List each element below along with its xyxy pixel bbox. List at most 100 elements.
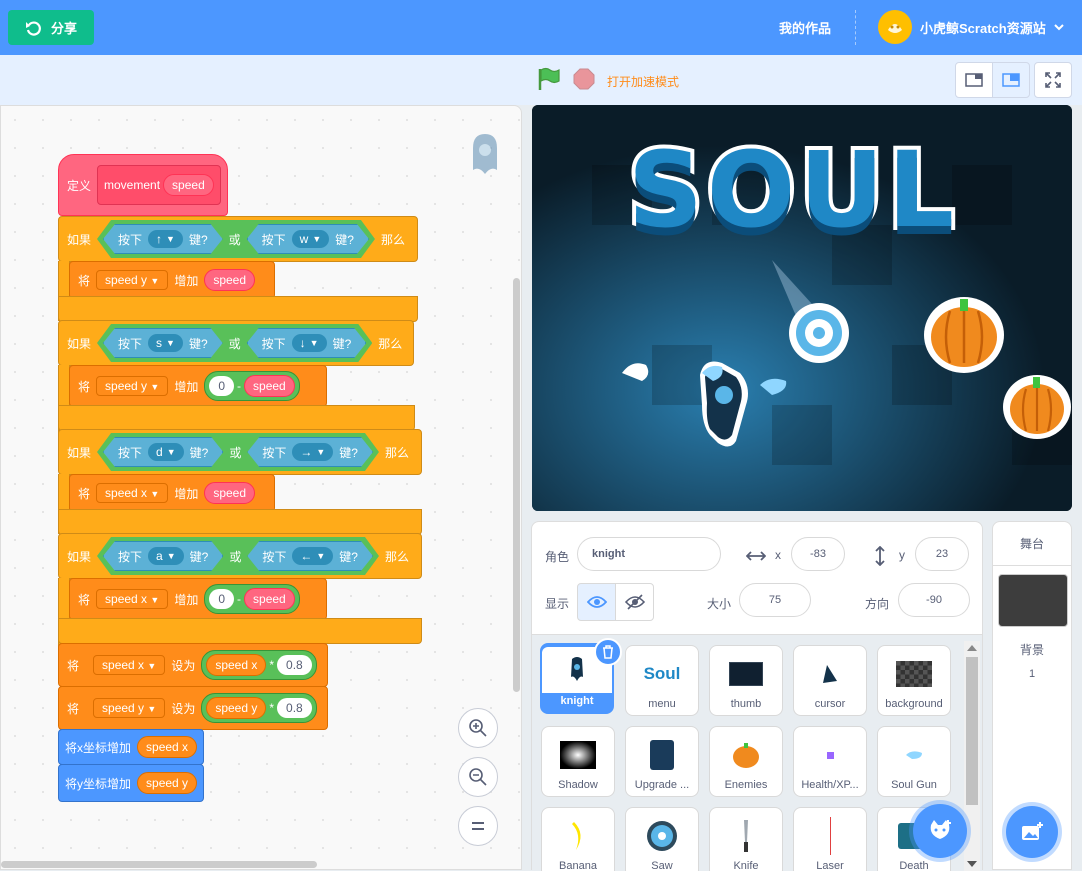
number-input[interactable]: 0.8 <box>277 698 312 718</box>
zoom-out-button[interactable] <box>458 757 498 797</box>
define-param[interactable]: speed <box>163 174 214 196</box>
speed-x-reporter[interactable]: speed x <box>206 654 267 676</box>
change-y-block[interactable]: 将y坐标增加 speed y <box>58 764 204 802</box>
sprite-tile-thumb[interactable]: thumb <box>709 645 783 716</box>
scroll-thumb[interactable] <box>966 657 978 805</box>
sprite-tile-background[interactable]: background <box>877 645 951 716</box>
stop-icon[interactable] <box>573 68 595 90</box>
number-input[interactable]: 0 <box>209 376 235 396</box>
sprite-tile-knife[interactable]: Knife <box>709 807 783 871</box>
key-dropdown[interactable]: a ▼ <box>148 547 184 565</box>
key-pressed-w[interactable]: 按下 w ▼ 键? <box>247 224 369 254</box>
add-sprite-button[interactable] <box>913 804 967 858</box>
var-dropdown[interactable]: speed y ▼ <box>96 376 169 396</box>
set-label: 将 <box>78 486 91 501</box>
number-input[interactable]: 0 <box>209 589 235 609</box>
change-speed-y-negative-block[interactable]: 将 speed y ▼ 增加 0 - speed <box>69 365 327 407</box>
change-x-block[interactable]: 将x坐标增加 speed x <box>58 729 204 765</box>
key-pressed-right[interactable]: 按下 → ▼ 键? <box>247 437 373 467</box>
backdrop-thumbnail[interactable] <box>998 574 1068 627</box>
zoom-in-button[interactable] <box>458 708 498 748</box>
speed-reporter[interactable]: speed <box>244 588 295 610</box>
vertical-scrollbar[interactable] <box>513 278 520 692</box>
var-dropdown[interactable]: speed x ▼ <box>93 655 166 675</box>
if-block-down[interactable]: 如果 按下 s ▼ 键? 或 按下 ↓ ▼ 键? 那么 <box>58 320 414 366</box>
set-speed-x-block[interactable]: 将 speed x ▼ 设为 speed x * 0.8 <box>58 643 328 687</box>
my-works-link[interactable]: 我的作品 <box>779 18 831 37</box>
sprite-tile-laser[interactable]: Laser <box>793 807 867 871</box>
hide-button[interactable] <box>615 583 654 621</box>
size-input[interactable]: 75 <box>739 583 811 617</box>
green-flag-icon[interactable] <box>536 66 562 92</box>
stage-canvas[interactable]: SOUL <box>532 105 1072 511</box>
delete-sprite-button[interactable] <box>594 638 622 666</box>
sprite-tile-shadow[interactable]: Shadow <box>541 726 615 797</box>
sprite-tile-upgrade[interactable]: Upgrade ... <box>625 726 699 797</box>
sprite-tile-enemies[interactable]: Enemies <box>709 726 783 797</box>
change-speed-y-block[interactable]: 将 speed y ▼ 增加 speed <box>69 261 275 299</box>
small-stage-button[interactable] <box>955 62 993 98</box>
subtract-operator[interactable]: 0 - speed <box>204 584 300 614</box>
user-menu[interactable]: 小虎鲸Scratch资源站 <box>878 10 1064 44</box>
or-operator[interactable]: 按下 s ▼ 键? 或 按下 ↓ ▼ 键? <box>97 324 372 362</box>
key-pressed-s[interactable]: 按下 s ▼ 键? <box>103 328 223 358</box>
large-stage-button[interactable] <box>992 62 1030 98</box>
sprite-name-input[interactable]: knight <box>577 537 721 571</box>
if-block-right[interactable]: 如果 按下 d ▼ 键? 或 按下 → ▼ 键? 那么 <box>58 429 422 475</box>
key-pressed-up[interactable]: 按下 ↑ ▼ 键? <box>103 224 223 254</box>
speed-reporter[interactable]: speed <box>204 269 256 291</box>
zoom-reset-button[interactable] <box>458 806 498 846</box>
change-speed-x-negative-block[interactable]: 将 speed x ▼ 增加 0 - speed <box>69 578 327 620</box>
or-operator[interactable]: 按下 d ▼ 键? 或 按下 → ▼ 键? <box>97 433 379 471</box>
change-speed-x-block[interactable]: 将 speed x ▼ 增加 speed <box>69 474 275 512</box>
x-input[interactable]: -83 <box>791 537 845 571</box>
var-dropdown[interactable]: speed y ▼ <box>93 698 166 718</box>
speed-reporter[interactable]: speed <box>244 375 295 397</box>
key-dropdown[interactable]: w ▼ <box>292 230 330 248</box>
direction-input[interactable]: -90 <box>898 583 970 617</box>
share-button[interactable]: 分享 <box>8 10 94 45</box>
sprite-tile-cursor[interactable]: cursor <box>793 645 867 716</box>
key-pressed-d[interactable]: 按下 d ▼ 键? <box>103 437 223 467</box>
sprite-tile-saw[interactable]: Saw <box>625 807 699 871</box>
speed-y-reporter[interactable]: speed y <box>206 697 267 719</box>
if-block-left[interactable]: 如果 按下 a ▼ 键? 或 按下 ← ▼ 键? 那么 <box>58 533 422 579</box>
if-block-up[interactable]: 如果 按下 ↑ ▼ 键? 或 按下 w ▼ 键? 那么 <box>58 216 418 262</box>
subtract-operator[interactable]: 0 - speed <box>204 371 300 401</box>
key-dropdown[interactable]: ↓ ▼ <box>292 334 327 352</box>
define-block[interactable]: 定义 movement speed <box>58 154 228 216</box>
key-dropdown[interactable]: d ▼ <box>148 443 184 461</box>
set-speed-y-block[interactable]: 将 speed y ▼ 设为 speed y * 0.8 <box>58 686 328 730</box>
var-dropdown[interactable]: speed x ▼ <box>96 483 169 503</box>
sprite-tile-menu[interactable]: Soul menu <box>625 645 699 716</box>
multiply-operator[interactable]: speed x * 0.8 <box>201 650 317 680</box>
show-visible-button[interactable] <box>577 583 616 621</box>
or-operator[interactable]: 按下 a ▼ 键? 或 按下 ← ▼ 键? <box>97 537 379 575</box>
var-dropdown[interactable]: speed x ▼ <box>96 589 169 609</box>
key-pressed-a[interactable]: 按下 a ▼ 键? <box>103 541 223 571</box>
number-input[interactable]: 0.8 <box>277 655 312 675</box>
code-workspace[interactable]: 定义 movement speed 如果 按下 ↑ ▼ 键? 或 按下 w ▼ 键? 那么 … <box>0 105 522 870</box>
speed-x-reporter[interactable]: speed x <box>137 736 198 758</box>
add-backdrop-button[interactable] <box>1006 806 1058 858</box>
turbo-mode-link[interactable]: 打开加速模式 <box>607 73 679 90</box>
key-dropdown[interactable]: s ▼ <box>148 334 183 352</box>
key-dropdown[interactable]: ← ▼ <box>292 547 333 565</box>
key-pressed-left[interactable]: 按下 ← ▼ 键? <box>247 541 373 571</box>
speed-y-reporter[interactable]: speed y <box>137 772 198 794</box>
var-dropdown[interactable]: speed y ▼ <box>96 270 169 290</box>
key-dropdown[interactable]: ↑ ▼ <box>148 230 183 248</box>
multiply-operator[interactable]: speed y * 0.8 <box>201 693 317 723</box>
scroll-down-arrow[interactable] <box>967 861 977 867</box>
key-pressed-down[interactable]: 按下 ↓ ▼ 键? <box>247 328 367 358</box>
horizontal-scrollbar[interactable] <box>1 861 317 868</box>
fullscreen-button[interactable] <box>1034 62 1072 98</box>
sprite-tile-soul-gun[interactable]: Soul Gun <box>877 726 951 797</box>
scroll-up-arrow[interactable] <box>967 645 977 651</box>
key-dropdown[interactable]: → ▼ <box>292 443 333 461</box>
speed-reporter[interactable]: speed <box>204 482 256 504</box>
sprite-tile-health[interactable]: Health/XP... <box>793 726 867 797</box>
sprite-tile-banana[interactable]: Banana <box>541 807 615 871</box>
or-operator[interactable]: 按下 ↑ ▼ 键? 或 按下 w ▼ 键? <box>97 220 375 258</box>
y-input[interactable]: 23 <box>915 537 969 571</box>
